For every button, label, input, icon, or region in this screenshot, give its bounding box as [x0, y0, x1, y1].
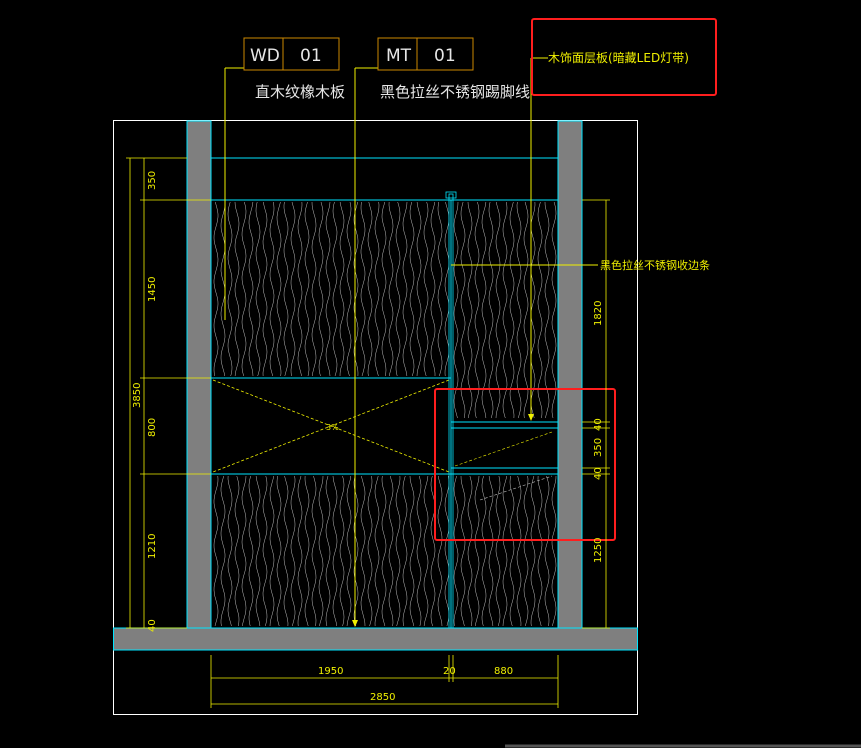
dim-total-label: 2850 [370, 692, 395, 703]
callout-strip: 黑色拉丝不锈钢收边条 [600, 258, 710, 272]
dim-label: 1210 [147, 534, 158, 559]
tag-description: 黑色拉丝不锈钢踢脚线 [380, 83, 530, 101]
tag-number: 01 [434, 46, 456, 66]
dim-label: 800 [147, 418, 158, 437]
right-shelf [450, 421, 559, 475]
dim-label: 1820 [593, 301, 604, 326]
dim-label: 1250 [593, 538, 604, 563]
right-wall [557, 120, 583, 629]
floor-slab [113, 627, 638, 651]
tag-code: WD [250, 46, 280, 66]
dim-label: 40 [593, 418, 604, 431]
tag-code: MT [386, 46, 412, 66]
panel-upper-left [210, 199, 452, 379]
left-wall [186, 120, 212, 629]
cad-drawing-canvas[interactable]: 3% WD 01 直木纹橡木板 MT 01 黑色拉丝不锈钢踢脚线 木饰面层板(暗… [0, 0, 861, 748]
dim-label: 880 [494, 666, 513, 677]
dim-label: 350 [147, 171, 158, 190]
center-mark: 3% [326, 423, 339, 432]
dim-label: 40 [147, 619, 158, 632]
tag-description: 直木纹橡木板 [255, 83, 345, 101]
dim-total-label: 3850 [132, 383, 143, 408]
dim-label: 20 [443, 666, 456, 677]
dim-label: 1950 [318, 666, 343, 677]
callout-led: 木饰面层板(暗藏LED灯带) [548, 50, 689, 65]
tag-number: 01 [300, 46, 322, 66]
dim-label: 40 [593, 467, 604, 480]
panel-lower-left [210, 473, 452, 629]
dim-label: 350 [593, 438, 604, 457]
dim-label: 1450 [147, 277, 158, 302]
